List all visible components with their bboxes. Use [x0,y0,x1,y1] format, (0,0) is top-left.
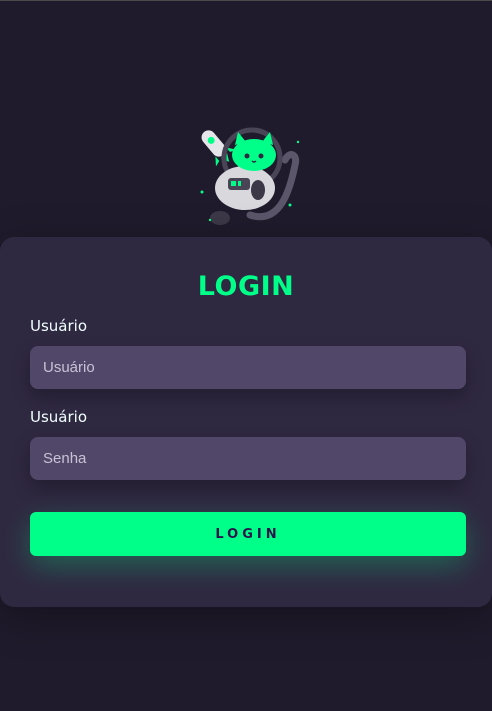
login-page: LOGIN Usuário Usuário LOGIN [0,0,492,711]
password-input[interactable] [30,437,466,480]
astronaut-cat-icon [200,127,300,225]
login-title: LOGIN [197,271,295,302]
username-input[interactable] [30,346,466,389]
login-card: LOGIN Usuário Usuário LOGIN [0,237,492,607]
window-top-border [0,0,492,1]
username-label: Usuário [30,317,88,335]
password-label: Usuário [30,408,88,426]
login-button[interactable]: LOGIN [30,512,466,556]
